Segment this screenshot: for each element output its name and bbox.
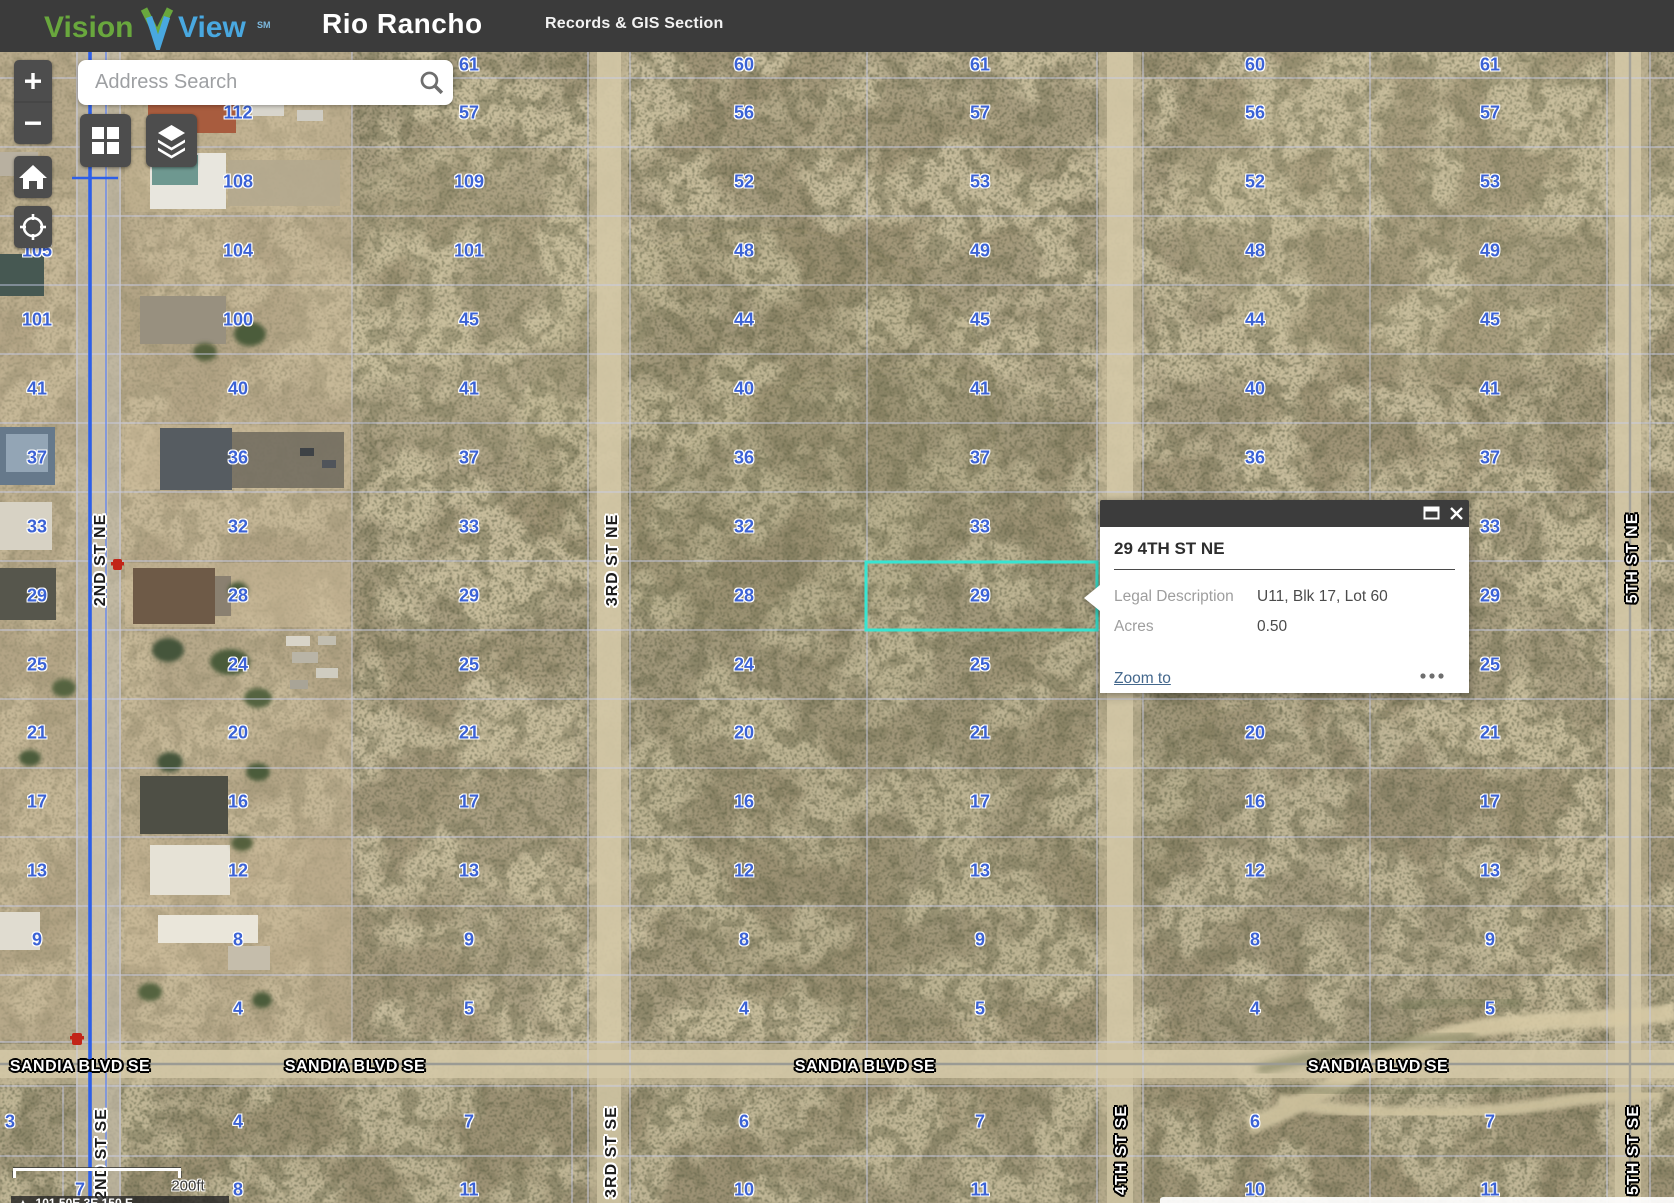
svg-text:SM: SM [257,20,271,30]
svg-text:View: View [178,11,246,44]
svg-text:Vision: Vision [44,11,133,44]
